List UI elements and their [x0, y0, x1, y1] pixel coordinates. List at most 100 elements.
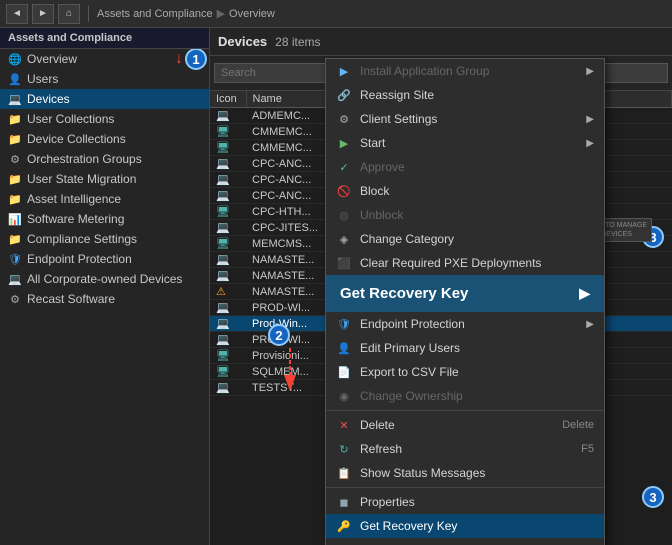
sidebar-item-devices[interactable]: 💻 Devices [0, 89, 209, 109]
ctx-item-label: Refresh [360, 442, 402, 456]
computer-icon: 💻 [8, 272, 22, 286]
sidebar-item-label: Orchestration Groups [27, 152, 142, 166]
row-icon: 💻 [210, 188, 246, 204]
install-app-icon: ▶ [336, 63, 352, 79]
ctx-item-label: Approve [360, 160, 405, 174]
row-icon: 💻 [210, 268, 246, 284]
breadcrumb-item[interactable]: Assets and Compliance [97, 8, 213, 20]
user-icon: 👤 [336, 340, 352, 356]
key-icon: 🔑 [336, 518, 352, 534]
row-icon: 💻 [210, 156, 246, 172]
ctx-item-clear-pxe[interactable]: ⬛ Clear Required PXE Deployments [326, 251, 604, 275]
ctx-item-label: Change Ownership [360, 389, 463, 403]
ctx-item-endpoint-protection[interactable]: 🛡 Endpoint Protection ▶ [326, 312, 604, 336]
back-button[interactable]: ◄ [6, 4, 28, 24]
sidebar-item-label: User State Migration [27, 172, 136, 186]
sidebar-item-corporate-devices[interactable]: 💻 All Corporate-owned Devices [0, 269, 209, 289]
recast-icon: ⚙ [8, 292, 22, 306]
sidebar-item-compliance-settings[interactable]: 📁 Compliance Settings [0, 229, 209, 249]
folder-icon: 📁 [8, 132, 22, 146]
ctx-big-arrow: ▶ [579, 285, 590, 302]
sidebar-item-user-collections[interactable]: 📁 User Collections [0, 109, 209, 129]
computer-icon: 💻 [8, 92, 22, 106]
sidebar-item-label: Endpoint Protection [27, 252, 132, 266]
shield-icon: 🛡 [8, 252, 22, 266]
content-title: Devices [218, 34, 267, 49]
device-icon: 💻 [216, 222, 230, 234]
device-icon: 💻 [216, 254, 230, 266]
ctx-item-block[interactable]: 🚫 Block [326, 179, 604, 203]
ctx-item-install-app[interactable]: ▶ Install Application Group ▶ [326, 59, 604, 83]
folder-icon: 📁 [8, 192, 22, 206]
ctx-item-get-recovery-key-big[interactable]: Get Recovery Key ▶ [326, 275, 604, 312]
annotation-badge-1: 1 [185, 49, 207, 70]
sidebar-item-label: All Corporate-owned Devices [27, 272, 182, 286]
gear-icon: ⚙ [8, 152, 22, 166]
sidebar-item-overview[interactable]: 🌐 Overview ↓ 1 [0, 49, 209, 69]
row-icon: 🖥 [210, 236, 246, 252]
user-icon: 👤 [8, 72, 22, 86]
ctx-item-label: Clear Required PXE Deployments [360, 256, 541, 270]
row-icon: 💻 [210, 380, 246, 396]
sidebar-item-orchestration-groups[interactable]: ⚙ Orchestration Groups [0, 149, 209, 169]
row-icon: 🖥 [210, 204, 246, 220]
folder-icon: 📁 [8, 112, 22, 126]
ctx-item-change-category[interactable]: ◈ Change Category [326, 227, 604, 251]
device-icon: 🖥 [216, 142, 230, 154]
sidebar-item-recast-software[interactable]: ⚙ Recast Software [0, 289, 209, 309]
ctx-item-show-status[interactable]: 📋 Show Status Messages [326, 461, 604, 485]
ctx-item-right-click-tools[interactable]: ▶ Right Click Tools ▶ [326, 538, 604, 545]
row-icon: ⚠ [210, 284, 246, 300]
device-icon: 💻 [216, 318, 230, 330]
sidebar: Assets and Compliance 🌐 Overview ↓ 1 👤 U… [0, 28, 210, 545]
ctx-item-properties[interactable]: ◼ Properties [326, 490, 604, 514]
ctx-item-reassign-site[interactable]: 🔗 Reassign Site [326, 83, 604, 107]
refresh-icon: ↻ [336, 441, 352, 457]
device-icon: 💻 [216, 158, 230, 170]
ctx-item-client-settings[interactable]: ⚙ Client Settings ▶ [326, 107, 604, 131]
breadcrumb-item[interactable]: Overview [229, 8, 275, 20]
pxe-icon: ⬛ [336, 255, 352, 271]
device-icon: 🖥 [216, 238, 230, 250]
sidebar-item-label: User Collections [27, 112, 114, 126]
main-layout: Assets and Compliance 🌐 Overview ↓ 1 👤 U… [0, 28, 672, 545]
ctx-item-refresh[interactable]: ↻ Refresh F5 [326, 437, 604, 461]
row-icon: 💻 [210, 300, 246, 316]
ctx-item-get-recovery-key-sub[interactable]: 🔑 Get Recovery Key [326, 514, 604, 538]
breadcrumb: Assets and Compliance ▶ Overview [97, 7, 275, 20]
chart-icon: 📊 [8, 212, 22, 226]
ctx-item-label: Install Application Group [360, 64, 489, 78]
ownership-icon: ◉ [336, 388, 352, 404]
ctx-item-edit-primary-users[interactable]: 👤 Edit Primary Users [326, 336, 604, 360]
row-icon: 💻 [210, 172, 246, 188]
sidebar-item-asset-intelligence[interactable]: 📁 Asset Intelligence [0, 189, 209, 209]
context-menu: ▶ Install Application Group ▶ 🔗 Reassign… [325, 58, 605, 545]
sidebar-item-label: Users [27, 72, 58, 86]
block-icon: 🚫 [336, 183, 352, 199]
device-icon: 💻 [216, 270, 230, 282]
ctx-item-label: Client Settings [360, 112, 437, 126]
ctx-item-export-csv[interactable]: 📄 Export to CSV File [326, 360, 604, 384]
row-icon: 🖥 [210, 364, 246, 380]
ctx-arrow: ▶ [586, 114, 594, 125]
forward-button[interactable]: ► [32, 4, 54, 24]
ctx-item-start[interactable]: ▶ Start ▶ [326, 131, 604, 155]
ctx-item-delete[interactable]: ✕ Delete Delete [326, 413, 604, 437]
ctx-item-change-ownership: ◉ Change Ownership [326, 384, 604, 408]
device-icon: 🖥 [216, 350, 230, 362]
sidebar-item-software-metering[interactable]: 📊 Software Metering [0, 209, 209, 229]
sidebar-item-label: Asset Intelligence [27, 192, 121, 206]
ctx-arrow: ▶ [586, 319, 594, 330]
sidebar-item-users[interactable]: 👤 Users [0, 69, 209, 89]
folder-icon: 📁 [8, 172, 22, 186]
unblock-icon: ◎ [336, 207, 352, 223]
home-button[interactable]: ⌂ [58, 4, 80, 24]
sidebar-item-device-collections[interactable]: 📁 Device Collections [0, 129, 209, 149]
ctx-item-label: Start [360, 136, 385, 150]
sidebar-item-user-state-migration[interactable]: 📁 User State Migration [0, 169, 209, 189]
sidebar-item-endpoint-protection[interactable]: 🛡 Endpoint Protection [0, 249, 209, 269]
start-icon: ▶ [336, 135, 352, 151]
row-icon: 💻 [210, 252, 246, 268]
sidebar-item-label: Devices [27, 92, 70, 106]
ctx-item-label: Properties [360, 495, 415, 509]
